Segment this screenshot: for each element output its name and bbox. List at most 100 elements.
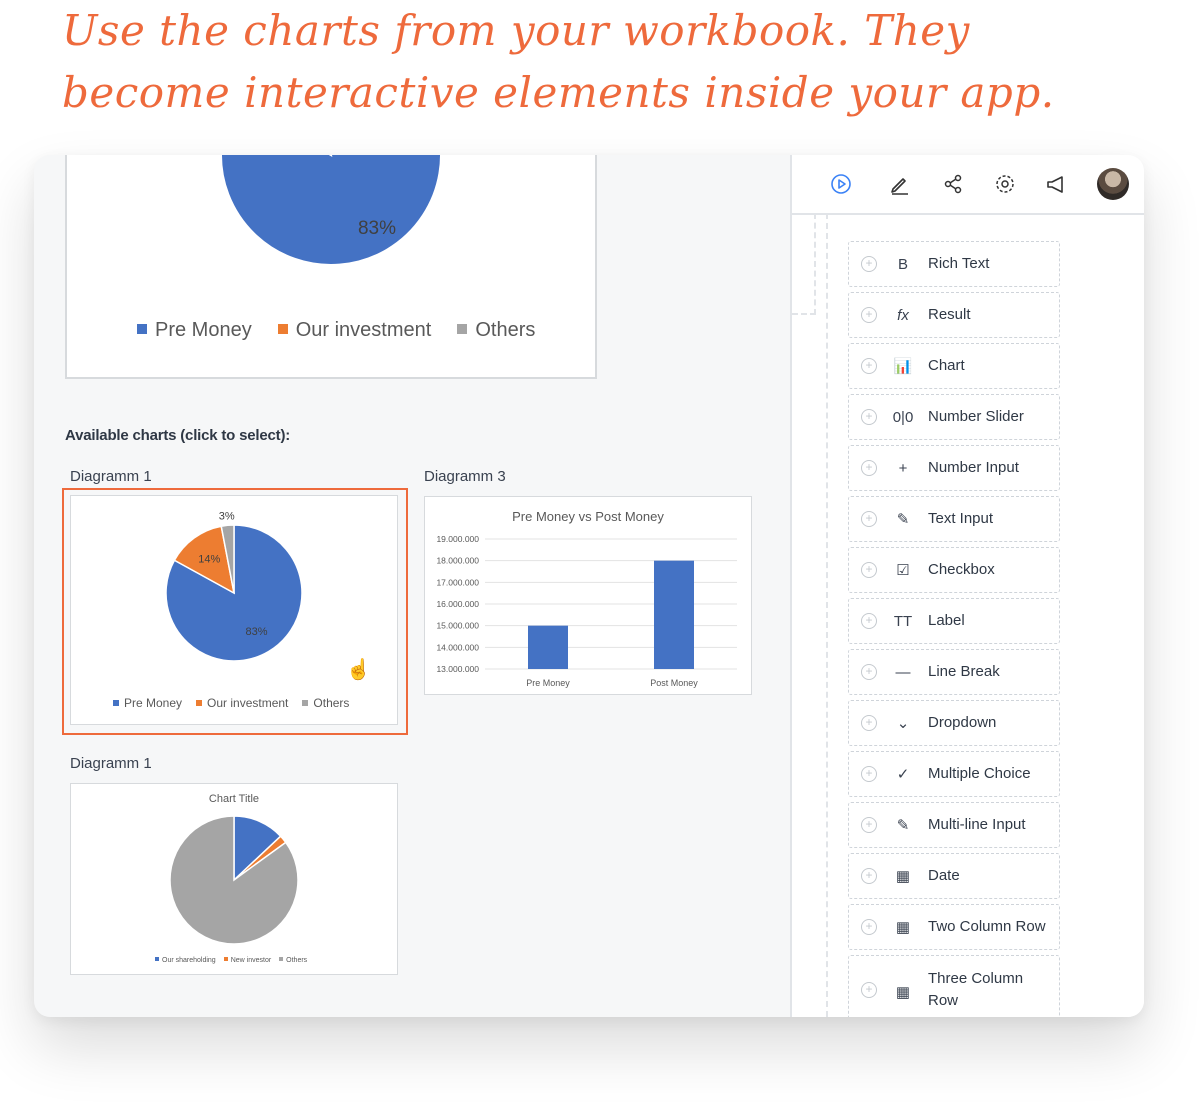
legend-others: Others — [279, 957, 307, 964]
preview-legend: Pre Money Our investment Others — [137, 319, 535, 342]
add-circle-icon[interactable]: + — [861, 562, 877, 578]
component-multi-line-input[interactable]: + ✎ Multi-line Input — [848, 802, 1060, 848]
slider-icon: 0|0 — [892, 408, 914, 426]
component-two-column-row[interactable]: + ▦ Two Column Row — [848, 904, 1060, 950]
y-tick-label: 17.000.000 — [436, 577, 479, 587]
data-label: 83% — [245, 626, 267, 638]
diagram-1b-legend: Our shareholding New investor Others — [155, 957, 307, 964]
component-number-input[interactable]: + + Number Input — [848, 445, 1060, 491]
diagram-1-thumbnail[interactable]: 83% 14% 3% Pre Money Our investment Others — [70, 495, 398, 725]
app-window: 83% Pre Money Our investment Others Avai… — [34, 155, 1144, 1017]
component-label: Number Slider — [928, 408, 1024, 425]
drop-area-edge — [792, 213, 816, 315]
legend-pre-money: Pre Money — [113, 696, 182, 710]
y-tick-label: 13.000.000 — [436, 664, 479, 674]
add-circle-icon[interactable]: + — [861, 715, 877, 731]
add-circle-icon[interactable]: + — [861, 460, 877, 476]
bar-post-money — [654, 560, 694, 669]
add-circle-icon[interactable]: + — [861, 409, 877, 425]
component-rich-text[interactable]: + B Rich Text — [848, 241, 1060, 287]
diagram-1b-thumbnail[interactable]: Chart Title Our shareholding New investo… — [70, 783, 398, 975]
toolbar — [792, 155, 1144, 215]
legend-others: Others — [457, 319, 535, 342]
component-label: Result — [928, 306, 971, 323]
component-number-slider[interactable]: +0|0 Number Slider — [848, 394, 1060, 440]
share-icon[interactable] — [941, 172, 965, 196]
y-tick-label: 19.000.000 — [436, 534, 479, 544]
component-label: Rich Text — [928, 255, 990, 272]
table-icon: ▦ — [895, 919, 911, 936]
component-checkbox[interactable]: + ☑ Checkbox — [848, 547, 1060, 593]
add-circle-icon[interactable]: + — [861, 766, 877, 782]
add-circle-icon[interactable]: + — [861, 982, 877, 998]
component-multiple-choice[interactable]: + ✓ Multiple Choice — [848, 751, 1060, 797]
component-three-column-row[interactable]: + ▦ Three Column Row — [848, 955, 1060, 1017]
add-circle-icon[interactable]: + — [861, 919, 877, 935]
diagram-1-legend: Pre Money Our investment Others — [113, 696, 349, 710]
add-circle-icon[interactable]: + — [861, 817, 877, 833]
diagram-1b-pie: Chart Title — [169, 793, 299, 945]
component-label: Multi-line Input — [928, 816, 1026, 833]
legend-pre-money: Pre Money — [137, 319, 252, 342]
add-circle-icon[interactable]: + — [861, 613, 877, 629]
legend-our-shareholding: Our shareholding — [155, 957, 216, 964]
x-tick-label: Post Money — [650, 678, 698, 688]
component-label: Dropdown — [928, 714, 997, 731]
bold-icon: B — [897, 255, 908, 273]
gear-icon[interactable] — [993, 172, 1017, 196]
data-label: 83% — [358, 218, 396, 239]
component-label: Checkbox — [928, 561, 995, 578]
components-panel: + B Rich Text + fx Result + 📊 Chart +0|0 Number Sl… — [792, 155, 1144, 1017]
legend-our-investment: Our investment — [277, 319, 431, 342]
legend-our-investment: Our investment — [196, 696, 288, 710]
avatar[interactable] — [1097, 168, 1129, 200]
add-circle-icon[interactable]: + — [861, 358, 877, 374]
chart-title: Pre Money vs Post Money — [512, 509, 664, 524]
diagram-1-label: Diagramm 1 — [70, 468, 152, 485]
y-tick-label: 15.000.000 — [436, 621, 479, 631]
checkbox-icon: ☑ — [896, 562, 910, 579]
chart-icon: 📊 — [893, 358, 913, 375]
y-tick-label: 14.000.000 — [436, 642, 479, 652]
table-icon: ▦ — [895, 984, 911, 1001]
plus-icon: + — [898, 459, 908, 477]
component-label: Two Column Row — [928, 918, 1046, 935]
headline-line-1: Use the charts from your workbook. They — [62, 6, 970, 55]
play-icon[interactable] — [829, 172, 853, 196]
add-circle-icon[interactable]: + — [861, 307, 877, 323]
selected-chart-preview: 83% Pre Money Our investment Others — [65, 155, 597, 379]
fx-icon: fx — [897, 306, 909, 324]
component-label: Chart — [928, 357, 965, 374]
x-tick-label: Pre Money — [526, 678, 570, 688]
headline: Use the charts from your workbook. They … — [62, 0, 1062, 124]
y-tick-label: 16.000.000 — [436, 599, 479, 609]
data-label: 14% — [198, 554, 220, 566]
section-title: Available charts (click to select): — [65, 427, 291, 444]
component-date[interactable]: + ▦ Date — [848, 853, 1060, 899]
line-break-icon: — — [895, 663, 911, 681]
component-text-input[interactable]: + ✎ Text Input — [848, 496, 1060, 542]
megaphone-icon[interactable] — [1044, 172, 1068, 196]
data-label: 3% — [219, 511, 235, 523]
component-label: Text Input — [928, 510, 994, 527]
y-tick-label: 18.000.000 — [436, 556, 479, 566]
drop-column-edge — [826, 213, 828, 1017]
pencil-icon[interactable] — [888, 172, 912, 196]
add-circle-icon[interactable]: + — [861, 868, 877, 884]
add-circle-icon[interactable]: + — [861, 664, 877, 680]
pie-slice-pre-money — [220, 155, 442, 266]
bar-pre-money — [528, 625, 568, 669]
component-label: Number Input — [928, 459, 1019, 476]
component-result[interactable]: + fx Result — [848, 292, 1060, 338]
add-circle-icon[interactable]: + — [861, 256, 877, 272]
add-circle-icon[interactable]: + — [861, 511, 877, 527]
component-dropdown[interactable]: + ⌄ Dropdown — [848, 700, 1060, 746]
component-line-break[interactable]: + — Line Break — [848, 649, 1060, 695]
component-label: Multiple Choice — [928, 765, 1031, 782]
diagram-3-bar: Pre Money vs Post Money 19.000.000 18.000… — [436, 509, 737, 688]
component-chart[interactable]: + 📊 Chart — [848, 343, 1060, 389]
component-label[interactable]: + TT Label — [848, 598, 1060, 644]
diagram-3-thumbnail[interactable]: Pre Money vs Post Money 19.000.000 18.000… — [424, 496, 752, 695]
component-label: Three Column Row — [928, 970, 1024, 1009]
pencil-icon: ✎ — [896, 511, 910, 528]
